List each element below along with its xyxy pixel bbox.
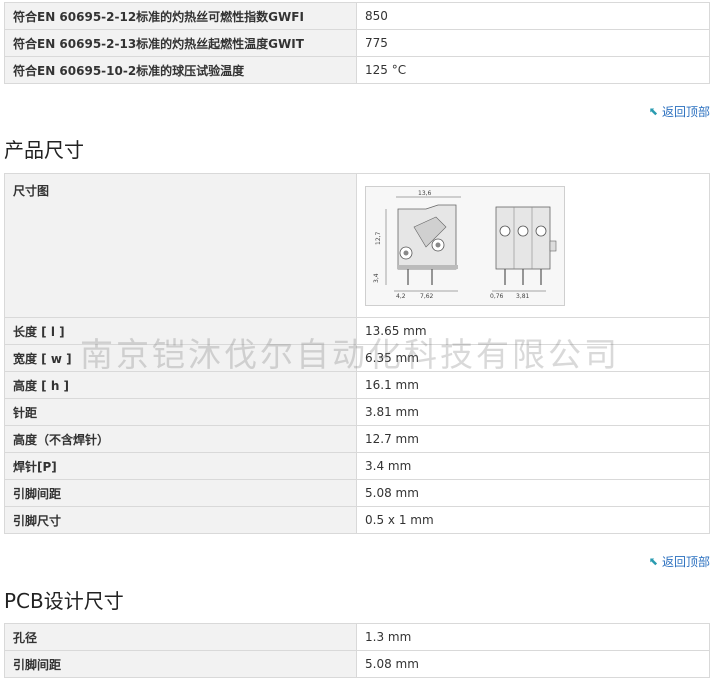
- drawing-dim-height: 12,7: [375, 231, 382, 245]
- drawing-dim-a: 4,2: [396, 293, 406, 300]
- table-row: 孔径 1.3 mm: [4, 623, 710, 651]
- dim-value: 16.1 mm: [356, 371, 710, 399]
- table-row: 宽度 [ w ] 6.35 mm: [4, 344, 710, 372]
- back-to-top-link[interactable]: ⬉ 返回顶部: [649, 553, 710, 570]
- dimension-drawing: 13,6 12,7 3,4 4,2 7,62 0,76 3,81: [365, 185, 565, 306]
- arrow-up-left-icon: ⬉: [648, 555, 658, 568]
- drawing-dim-b: 7,62: [420, 293, 434, 300]
- table-row: 符合EN 60695-2-12标准的灼热丝可燃性指数GWFI 850: [4, 2, 710, 30]
- pcb-label: 孔径: [4, 623, 357, 651]
- table-row: 焊针[P] 3.4 mm: [4, 452, 710, 480]
- back-to-top-label: 返回顶部: [661, 105, 710, 119]
- dim-value: 5.08 mm: [356, 479, 710, 507]
- spec-label: 符合EN 60695-2-12标准的灼热丝可燃性指数GWFI: [4, 2, 357, 30]
- drawing-dim-c: 0,76: [490, 293, 504, 300]
- drawing-label: 尺寸图: [4, 173, 357, 318]
- back-to-top-link[interactable]: ⬉ 返回顶部: [649, 103, 710, 120]
- spec-value: 775: [356, 29, 710, 57]
- dim-label: 长度 [ l ]: [4, 317, 357, 345]
- spec-label: 符合EN 60695-2-13标准的灼热丝起燃性温度GWIT: [4, 29, 357, 57]
- dim-value: 3.4 mm: [356, 452, 710, 480]
- spec-label: 符合EN 60695-10-2标准的球压试验温度: [4, 56, 357, 84]
- pcb-table: 孔径 1.3 mm 引脚间距 5.08 mm: [4, 623, 710, 678]
- drawing-dim-pin: 3,4: [373, 273, 380, 283]
- table-row: 引脚间距 5.08 mm: [4, 479, 710, 507]
- dim-label: 引脚尺寸: [4, 506, 357, 534]
- material-spec-table: 符合EN 60695-2-12标准的灼热丝可燃性指数GWFI 850 符合EN …: [4, 2, 710, 84]
- spec-value: 850: [356, 2, 710, 30]
- pcb-value: 1.3 mm: [356, 623, 710, 651]
- pcb-label: 引脚间距: [4, 650, 357, 678]
- dim-value: 0.5 x 1 mm: [356, 506, 710, 534]
- dim-value: 3.81 mm: [356, 398, 710, 426]
- drawing-dim-width: 13,6: [418, 190, 432, 197]
- table-row: 符合EN 60695-10-2标准的球压试验温度 125 °C: [4, 56, 710, 84]
- spec-value: 125 °C: [356, 56, 710, 84]
- dim-label: 高度 [ h ]: [4, 371, 357, 399]
- dim-label: 焊针[P]: [4, 452, 357, 480]
- dim-label: 针距: [4, 398, 357, 426]
- table-row: 引脚间距 5.08 mm: [4, 650, 710, 678]
- table-row: 长度 [ l ] 13.65 mm: [4, 317, 710, 345]
- dimensions-section-title: 产品尺寸: [4, 138, 84, 162]
- table-row: 引脚尺寸 0.5 x 1 mm: [4, 506, 710, 534]
- dim-value: 6.35 mm: [356, 344, 710, 372]
- dim-label: 高度（不含焊针）: [4, 425, 357, 453]
- table-row: 高度（不含焊针） 12.7 mm: [4, 425, 710, 453]
- arrow-up-left-icon: ⬉: [648, 105, 658, 118]
- dim-value: 12.7 mm: [356, 425, 710, 453]
- table-row: 针距 3.81 mm: [4, 398, 710, 426]
- back-to-top-label: 返回顶部: [661, 555, 710, 569]
- dim-label: 引脚间距: [4, 479, 357, 507]
- dim-value: 13.65 mm: [356, 317, 710, 345]
- drawing-cell: 13,6 12,7 3,4 4,2 7,62 0,76 3,81: [356, 173, 710, 318]
- dim-label: 宽度 [ w ]: [4, 344, 357, 372]
- table-row: 尺寸图 13,6 12,7 3,4 4,2 7,62 0,76 3,81: [4, 173, 710, 318]
- drawing-dim-d: 3,81: [516, 293, 530, 300]
- pcb-section-title: PCB设计尺寸: [4, 589, 124, 613]
- dimensions-table: 尺寸图 13,6 12,7 3,4 4,2 7,62 0,76 3,81 长度 …: [4, 173, 710, 534]
- table-row: 高度 [ h ] 16.1 mm: [4, 371, 710, 399]
- pcb-value: 5.08 mm: [356, 650, 710, 678]
- table-row: 符合EN 60695-2-13标准的灼热丝起燃性温度GWIT 775: [4, 29, 710, 57]
